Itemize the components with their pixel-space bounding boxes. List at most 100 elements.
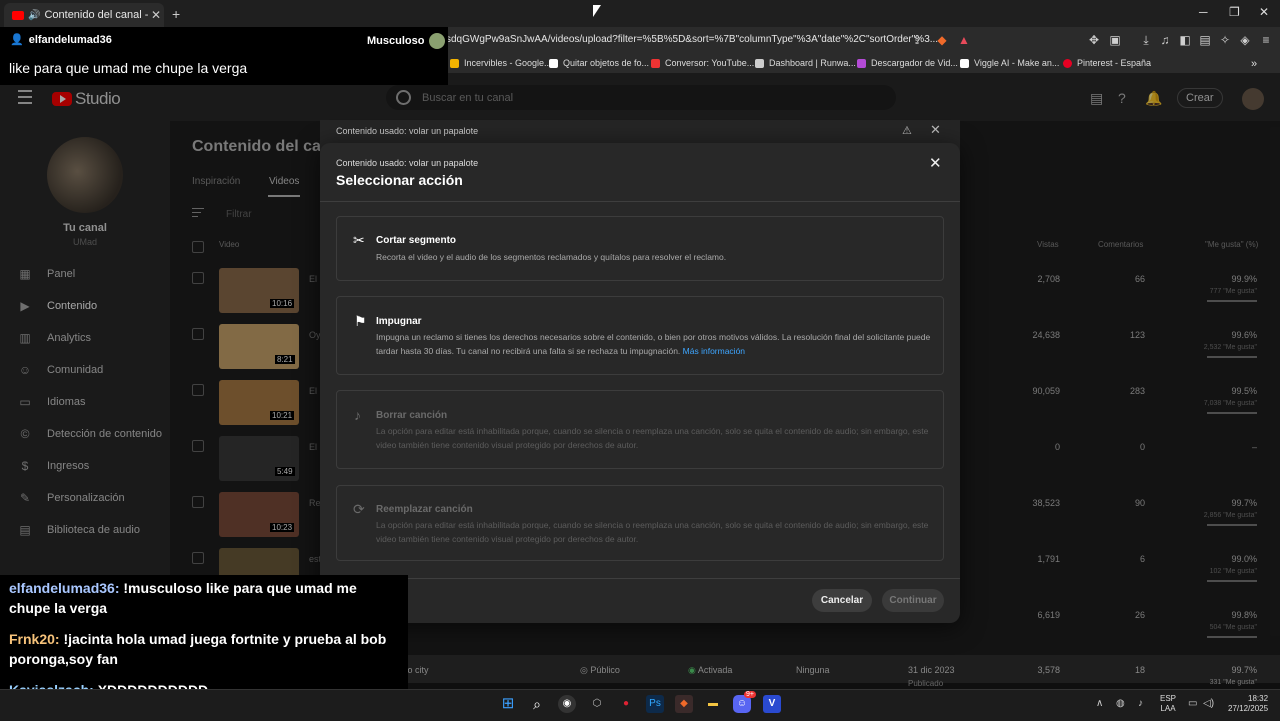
check-circle-icon: ◉ <box>688 665 698 675</box>
leo-ai-icon[interactable]: ✧ <box>1218 33 1232 47</box>
replace-song-icon: ⟳ <box>353 501 365 517</box>
chat-message: Frnk20: !jacinta hola umad juega fortnit… <box>9 629 401 669</box>
visibility-cell[interactable]: ◎ Público <box>580 665 620 676</box>
download-icon[interactable]: ⤓ <box>1139 33 1153 47</box>
system-clock[interactable]: 18:32 27/12/2025 <box>1228 694 1268 714</box>
chat-username: Frnk20: <box>9 631 60 647</box>
comments-count: 18 <box>1134 665 1145 675</box>
app-icon[interactable]: ⬡ <box>588 695 606 713</box>
close-window-icon[interactable]: ✕ <box>1259 5 1269 19</box>
audio-playing-icon[interactable]: 🔊 <box>28 10 40 21</box>
brave-rewards-icon[interactable]: ▲ <box>957 33 971 47</box>
screenshot-icon[interactable]: ▣ <box>1108 33 1122 47</box>
tab-title: Contenido del canal - YouTube <box>44 9 148 21</box>
brave-browser-icon[interactable]: ◆ <box>675 695 693 713</box>
url-field[interactable]: sdqGWgPw9aSnJwAA/videos/upload?filter=%5… <box>446 34 938 45</box>
date-cell: 31 dic 2023 <box>908 665 955 675</box>
taskbar-search-icon[interactable]: ⌕ <box>528 695 546 713</box>
maximize-icon[interactable]: ❐ <box>1229 5 1240 19</box>
public-globe-icon: ◎ <box>580 665 591 675</box>
network-icon[interactable]: ▭ <box>1188 698 1197 709</box>
bookmark-favicon-icon <box>450 58 459 68</box>
restrictions-cell: ◉ Activada <box>688 665 733 675</box>
cancel-button[interactable]: Cancelar <box>812 589 872 612</box>
bookmark-item[interactable]: Conversor: YouTube... <box>651 58 754 68</box>
wallet-icon[interactable]: ▤ <box>1198 33 1212 47</box>
bookmark-favicon-icon <box>960 58 969 68</box>
continue-button[interactable]: Continuar <box>882 589 944 612</box>
dialog-divider <box>320 201 960 202</box>
chat-message: elfandelumad36: !musculoso like para que… <box>9 578 401 618</box>
bookmark-item[interactable]: Incervibles - Google... <box>450 58 552 68</box>
chat-text: !jacinta hola umad juega fortnite y prue… <box>9 631 387 667</box>
start-icon[interactable]: ⊞ <box>499 695 517 713</box>
bookmark-favicon-icon <box>549 58 558 68</box>
volume-icon[interactable]: ◁) <box>1203 698 1214 709</box>
photoshop-icon[interactable]: Ps <box>646 695 664 713</box>
chat-username: elfandelumad36: <box>9 580 120 596</box>
alert-label: Musculoso <box>367 33 446 49</box>
likes-count: 331 "Me gusta" <box>1209 679 1257 686</box>
tray-overflow-icon[interactable]: ∧ <box>1096 698 1103 709</box>
more-bookmarks-icon[interactable]: » <box>1251 58 1257 70</box>
learn-more-link[interactable]: Más información <box>683 346 745 356</box>
vpn-icon[interactable]: ◈ <box>1238 33 1252 47</box>
flag-icon: ⚑ <box>354 313 367 329</box>
browser-tab-bar <box>0 0 1280 27</box>
dialog-subtitle: Contenido usado: volar un papalote <box>336 158 479 168</box>
dialog-footer-divider <box>320 578 960 579</box>
obs-icon[interactable]: ● <box>617 695 635 713</box>
monetization-cell: Ninguna <box>796 665 830 675</box>
alert-message: like para que umad me chupe la verga <box>9 60 248 76</box>
language-indicator[interactable]: ESP LAA <box>1160 694 1176 714</box>
microphone-icon[interactable]: ♪ <box>1138 698 1143 709</box>
option-title: Impugnar <box>376 316 422 327</box>
menu-icon[interactable]: ≡ <box>1259 33 1273 47</box>
bookmark-item[interactable]: Dashboard | Runwa... <box>755 58 856 68</box>
bookmark-favicon-icon <box>755 58 764 68</box>
alert-avatar <box>429 33 446 49</box>
music-icon[interactable]: ♫ <box>1158 33 1172 47</box>
alert-user: 👤 elfandelumad36 <box>10 33 112 47</box>
app-v-icon[interactable]: V <box>763 695 781 713</box>
file-explorer-icon[interactable]: ▬ <box>704 695 722 713</box>
option-description: La opción para editar está inhabilitada … <box>376 520 929 544</box>
extensions-icon[interactable]: ✥ <box>1087 33 1101 47</box>
close-tab-icon[interactable]: ✕ <box>148 8 164 22</box>
minimize-icon[interactable]: ─ <box>1199 5 1208 19</box>
close-dialog-icon[interactable]: ✕ <box>929 154 942 172</box>
bookmark-item[interactable]: Viggle AI - Make an... <box>960 58 1059 68</box>
option-description: Impugna un reclamo si tienes los derecho… <box>376 332 931 356</box>
close-icon[interactable]: ✕ <box>930 122 941 138</box>
brave-shield-icon[interactable]: ◆ <box>935 33 949 47</box>
tray-app-icon[interactable]: ◍ <box>1116 698 1125 709</box>
person-icon: 👤 <box>10 34 24 46</box>
share-icon[interactable]: ⇪ <box>910 33 924 47</box>
option-description: La opción para editar está inhabilitada … <box>376 426 929 450</box>
option-title: Borrar canción <box>376 410 448 421</box>
new-tab-button[interactable]: + <box>172 6 180 22</box>
browser-tab[interactable]: 🔊 Contenido del canal - YouTube ✕ <box>4 3 164 27</box>
windows-taskbar <box>0 689 1280 721</box>
bookmark-favicon-icon <box>1063 58 1072 68</box>
sidebar-icon[interactable]: ◧ <box>1178 33 1192 47</box>
option-trim-segment[interactable] <box>336 216 944 281</box>
discord-badge: 9+ <box>744 691 756 698</box>
app-icon[interactable]: ◉ <box>558 695 576 713</box>
scissors-icon: ✂ <box>353 232 365 248</box>
option-description: Recorta el video y el audio de los segme… <box>376 252 727 262</box>
bookmark-item[interactable]: Quitar objetos de fo... <box>549 58 649 68</box>
bookmark-item[interactable]: Descargador de Vid... <box>857 58 958 68</box>
views-count: 3,578 <box>1037 665 1060 675</box>
youtube-favicon-icon <box>12 10 24 20</box>
option-title: Cortar segmento <box>376 235 457 246</box>
mute-song-icon: ♪ <box>354 407 361 423</box>
bookmark-item[interactable]: Pinterest - España <box>1063 58 1151 68</box>
dialog-title: Seleccionar acción <box>336 172 463 188</box>
mouse-cursor-icon <box>593 5 601 17</box>
date-status: Publicado <box>908 679 944 688</box>
bookmark-favicon-icon <box>857 58 866 68</box>
likes-percent: 99.7% <box>1231 665 1257 675</box>
option-title: Reemplazar canción <box>376 504 473 515</box>
feedback-icon[interactable]: ⚠ <box>902 124 912 137</box>
